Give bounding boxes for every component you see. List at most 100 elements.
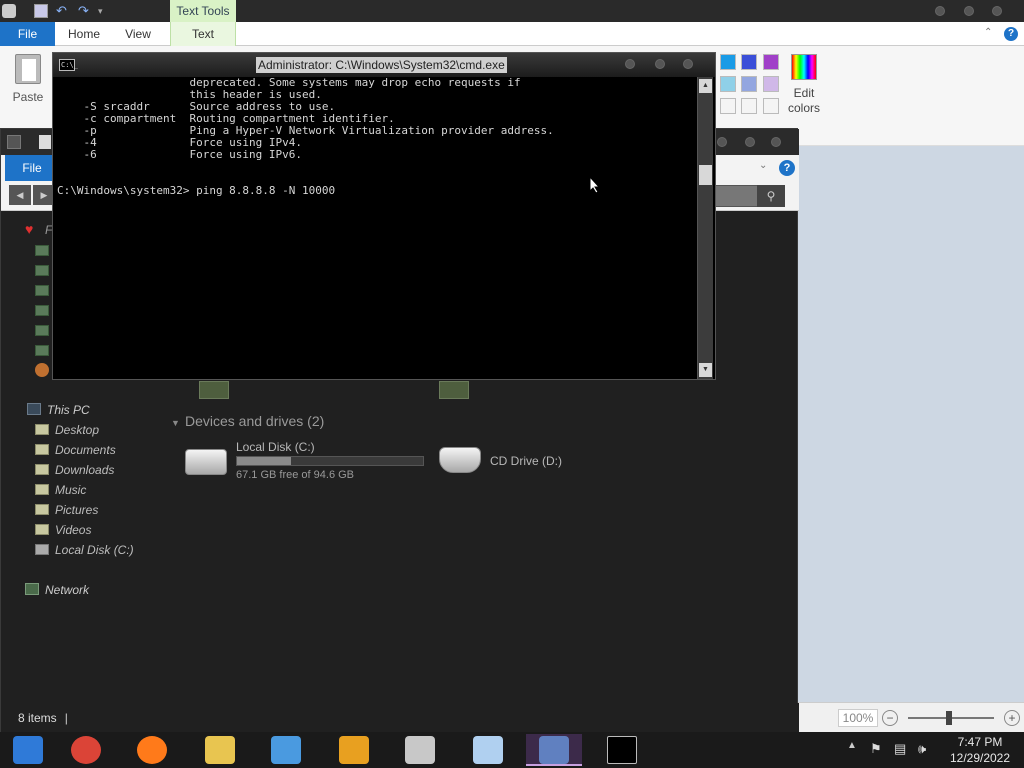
color-swatch[interactable] (741, 54, 757, 70)
customize-quick-access-icon[interactable]: ▾ (98, 4, 112, 18)
system-clock[interactable]: 7:47 PM 12/29/2022 (940, 734, 1020, 766)
scroll-up-icon[interactable]: ▲ (699, 79, 712, 93)
drive-free-space: 67.1 GB free of 94.6 GB (236, 469, 355, 481)
edit-colors-button[interactable]: Edit colors (784, 52, 824, 116)
close-button[interactable] (771, 137, 781, 147)
tab-file[interactable]: File (0, 22, 55, 46)
disk-usage-bar (236, 456, 424, 466)
favorite-folder-icon[interactable] (35, 305, 49, 316)
close-button[interactable] (683, 59, 693, 69)
collapse-chevron-icon: ▼ (171, 418, 180, 428)
redo-icon[interactable]: ↷ (78, 4, 92, 18)
favorite-folder-icon[interactable] (35, 265, 49, 276)
taskbar-app-cmd[interactable] (594, 734, 650, 766)
action-center-flag-icon[interactable]: ⚑ (870, 741, 882, 757)
folder-icon (35, 524, 49, 535)
folder-icon (35, 444, 49, 455)
scrollbar-thumb[interactable] (699, 165, 712, 185)
mouse-pointer-icon (589, 176, 601, 194)
folder-tile-icon[interactable] (199, 381, 229, 399)
sidebar-item-label: Local Disk (C:) (55, 543, 134, 557)
paste-button[interactable]: Paste (8, 54, 48, 114)
minimize-button[interactable] (935, 6, 945, 16)
favorite-folder-icon[interactable] (35, 285, 49, 296)
sidebar-item-downloads[interactable]: Downloads (35, 461, 114, 479)
cmd-app-icon[interactable]: C:\_ (59, 59, 78, 71)
maximize-button[interactable] (655, 59, 665, 69)
sidebar-item-documents[interactable]: Documents (35, 441, 116, 459)
collapse-ribbon-icon[interactable]: ⌃ (984, 27, 992, 38)
explorer-qa-icon[interactable] (39, 135, 51, 149)
favorite-folder-icon[interactable] (35, 245, 49, 256)
undo-icon[interactable]: ↶ (56, 4, 70, 18)
sidebar-item-desktop[interactable]: Desktop (35, 421, 99, 439)
sidebar-item-this-pc[interactable]: This PC (27, 401, 90, 419)
vertical-scrollbar[interactable]: ▲ ▼ (697, 77, 713, 379)
console-line: -6 Force using IPv6. (57, 148, 303, 161)
favorites-heart-icon[interactable]: ♥ (25, 221, 33, 237)
save-icon[interactable] (34, 4, 48, 18)
color-swatch-empty[interactable] (720, 98, 736, 114)
color-swatch[interactable] (763, 54, 779, 70)
taskbar-app-windows-media-player[interactable] (0, 734, 56, 766)
cd-drive-icon (439, 447, 481, 473)
sidebar-item-label: Desktop (55, 423, 100, 437)
taskbar-app-firefox[interactable] (124, 734, 180, 766)
favorite-globe-icon[interactable] (35, 363, 49, 377)
tab-view[interactable]: View (116, 22, 160, 46)
help-button[interactable]: ? (779, 160, 795, 176)
color-swatch[interactable] (763, 76, 779, 92)
devices-and-drives-header[interactable]: ▼ Devices and drives (2) (171, 413, 324, 429)
sidebar-item-label: Downloads (55, 463, 115, 477)
zoom-in-button[interactable]: + (1004, 710, 1020, 726)
volume-icon[interactable]: 🕪 (918, 741, 926, 757)
explorer-status-bar: 8 items (1, 703, 799, 733)
search-icon[interactable]: ⚲ (757, 185, 785, 207)
maximize-button[interactable] (964, 6, 974, 16)
computer-icon (405, 736, 435, 764)
cmd-titlebar[interactable]: C:\_ Administrator: C:\Windows\System32\… (53, 53, 715, 77)
folder-icon (35, 504, 49, 515)
color-swatch[interactable] (741, 76, 757, 92)
favorite-folder-icon[interactable] (35, 345, 49, 356)
sidebar-item-pictures[interactable]: Pictures (35, 501, 98, 519)
taskbar-app-people[interactable] (258, 734, 314, 766)
maximize-button[interactable] (745, 137, 755, 147)
sidebar-item-videos[interactable]: Videos (35, 521, 91, 539)
reader-icon (339, 736, 369, 764)
minimize-button[interactable] (717, 137, 727, 147)
expand-ribbon-icon[interactable]: ⌄ (759, 160, 767, 171)
taskbar-app-file-explorer[interactable] (192, 734, 248, 766)
sidebar-item-music[interactable]: Music (35, 481, 86, 499)
back-button[interactable]: ◀ (9, 185, 31, 205)
drive-name: CD Drive (D:) (490, 454, 562, 468)
network-tray-icon[interactable]: ▤ (894, 741, 906, 757)
color-swatch-empty[interactable] (741, 98, 757, 114)
taskbar-app-screen-capture[interactable] (526, 734, 582, 766)
color-swatch[interactable] (720, 54, 736, 70)
sidebar-item-network[interactable]: Network (25, 581, 89, 599)
taskbar-app-reader[interactable] (326, 734, 382, 766)
taskbar-app-paint[interactable] (460, 734, 516, 766)
text-tools-contextual-tab: Text Tools (170, 0, 236, 22)
file-explorer-icon (205, 736, 235, 764)
sidebar-item-local-disk[interactable]: Local Disk (C:) (35, 541, 134, 559)
minimize-button[interactable] (625, 59, 635, 69)
scroll-down-icon[interactable]: ▼ (699, 363, 712, 377)
tab-text[interactable]: Text (170, 22, 236, 46)
color-swatch[interactable] (720, 76, 736, 92)
console-output[interactable]: deprecated. Some systems may drop echo r… (57, 77, 695, 377)
disk-usage-fill (237, 457, 291, 465)
show-hidden-icons-icon[interactable]: ▲ (847, 740, 857, 751)
help-icon[interactable]: ? (1004, 27, 1018, 41)
close-button[interactable] (992, 6, 1002, 16)
favorite-folder-icon[interactable] (35, 325, 49, 336)
tab-home[interactable]: Home (62, 22, 106, 46)
color-swatch-empty[interactable] (763, 98, 779, 114)
zoom-slider-thumb[interactable] (946, 711, 952, 725)
tab-file[interactable]: File (5, 155, 59, 181)
folder-tile-icon[interactable] (439, 381, 469, 399)
zoom-out-button[interactable]: − (882, 710, 898, 726)
taskbar-app-computer[interactable] (392, 734, 448, 766)
taskbar-app-chrome[interactable] (58, 734, 114, 766)
